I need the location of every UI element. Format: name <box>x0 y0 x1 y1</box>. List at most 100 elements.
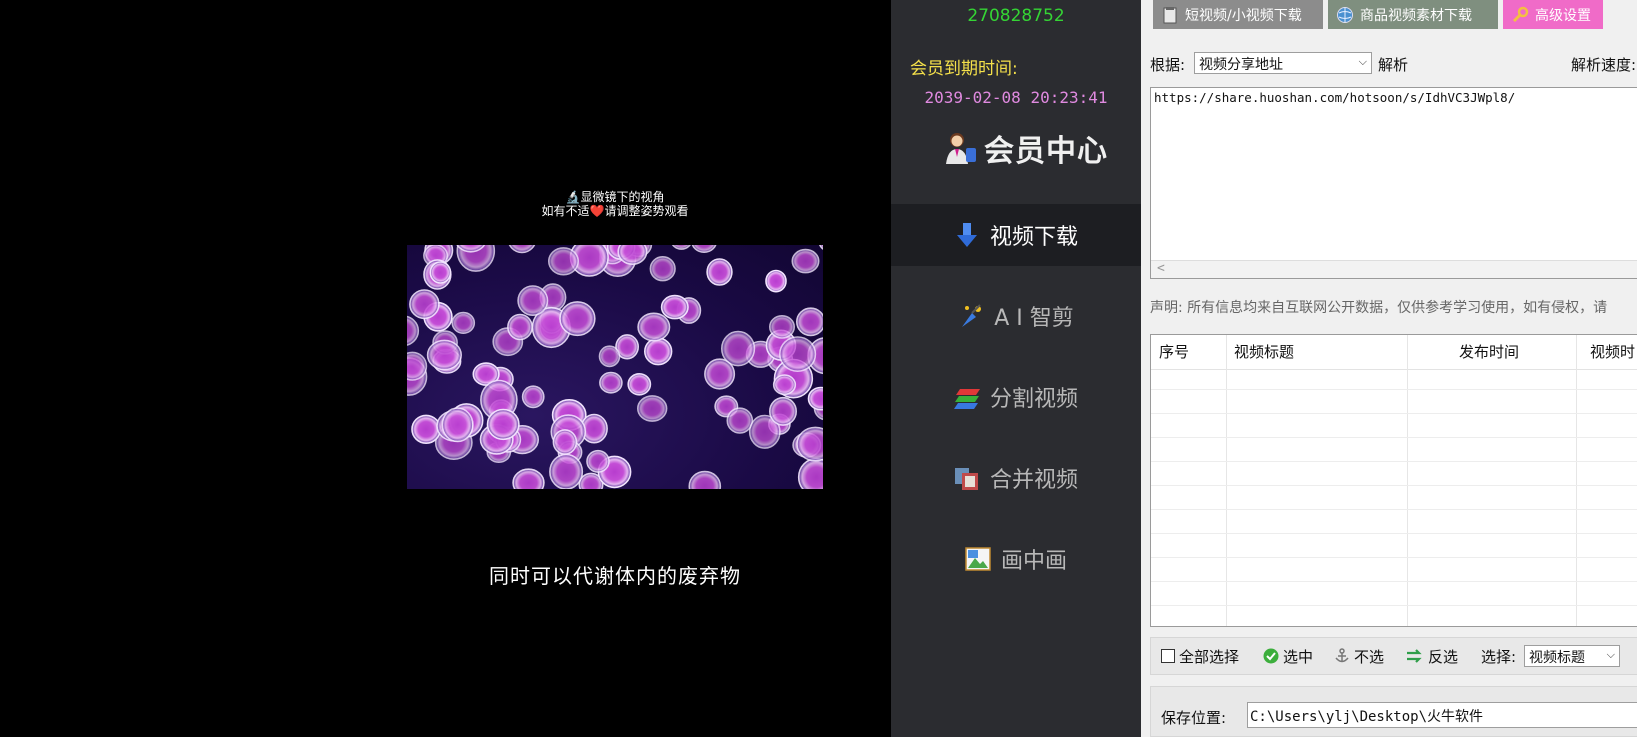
blood-cell <box>721 330 756 367</box>
blood-cell <box>521 385 545 409</box>
save-path-value: C:\Users\ylj\Desktop\火牛软件 <box>1250 709 1484 725</box>
blood-cell <box>411 414 442 445</box>
chevron-down-icon: ⌵ <box>1606 648 1615 661</box>
save-path-input[interactable]: C:\Users\ylj\Desktop\火牛软件 <box>1247 702 1637 728</box>
choose-field-select[interactable]: 视频标题 ⌵ <box>1524 645 1620 667</box>
nav-item-label: 合并视频 <box>989 468 1078 493</box>
checkbox-icon[interactable] <box>1161 649 1175 663</box>
member-id: 270828752 <box>967 6 1065 26</box>
blood-cell <box>637 395 668 422</box>
blood-cell <box>512 468 545 489</box>
blood-cell <box>779 336 817 373</box>
blood-cell <box>486 408 520 441</box>
blood-cell <box>671 245 691 250</box>
blood-cell <box>441 407 474 443</box>
tab-label: 高级设置 <box>1535 7 1591 24</box>
nav-item-label: 视频下载 <box>989 225 1078 250</box>
row-divider <box>1151 509 1637 510</box>
tab-short-video-download[interactable]: 短视频/小视频下载 <box>1153 0 1323 29</box>
wrench-icon <box>1512 6 1529 22</box>
picture-in-picture-icon <box>965 547 991 571</box>
video-preview: 🔬显微镜下的视角 如有不适❤️请调整姿势观看 同时可以代谢体内的废弃物 <box>0 0 890 737</box>
parse-speed-label: 解析速度: <box>1571 56 1637 74</box>
results-table[interactable]: 序号 视频标题 发布时间 视频时 <box>1150 334 1637 627</box>
blood-cell <box>688 470 722 489</box>
parse-button[interactable]: 解析 <box>1378 54 1408 75</box>
deselect-button[interactable]: 不选 <box>1334 644 1384 668</box>
blood-cell <box>644 337 673 366</box>
blood-cell <box>507 313 533 341</box>
disclaimer-text: 声明: 所有信息均来自互联网公开数据，仅供参考学习使用，如有侵权，请 <box>1150 300 1608 316</box>
nav-item-merge-video[interactable]: 合并视频 <box>891 447 1141 509</box>
blood-cell <box>660 294 689 320</box>
blood-cell <box>598 345 621 368</box>
horizontal-scrollbar[interactable]: < <box>1151 260 1637 278</box>
basis-label: 根据: <box>1150 56 1186 74</box>
expire-label: 会员到期时间: <box>910 59 1018 79</box>
split-video-icon <box>953 389 980 409</box>
blood-cell <box>586 449 610 473</box>
nav-item-ai-edit[interactable]: A I 智剪 <box>891 285 1141 347</box>
nav-item-video-download[interactable]: 视频下载 <box>891 204 1141 266</box>
tab-product-video-download[interactable]: 商品视频素材下载 <box>1328 0 1498 29</box>
blood-cell <box>407 315 420 346</box>
tab-advanced-settings[interactable]: 高级设置 <box>1503 0 1603 29</box>
anchor-icon <box>1335 648 1349 663</box>
blood-cell <box>791 248 820 274</box>
member-center-button[interactable]: 会员中心 <box>944 126 1108 170</box>
check-circle-icon <box>1263 648 1279 664</box>
blood-cell <box>549 453 584 489</box>
member-center-label: 会员中心 <box>984 134 1108 169</box>
row-divider <box>1151 533 1637 534</box>
blood-cell <box>772 374 797 396</box>
blood-cell <box>617 245 648 265</box>
blood-cell <box>548 247 580 276</box>
blood-cell <box>726 407 754 434</box>
blood-cell <box>599 371 623 394</box>
sidebar: 270828752 会员到期时间: 2039-02-08 20:23:41 会员… <box>891 0 1141 737</box>
save-location-bar: 保存位置: C:\Users\ylj\Desktop\火牛软件 <box>1150 686 1637 737</box>
select-all-checkbox[interactable]: 全部选择 <box>1161 644 1239 668</box>
column-divider <box>1576 335 1577 626</box>
url-text: https://share.huoshan.com/hotsoon/s/IdhV… <box>1154 90 1516 105</box>
url-textarea[interactable]: https://share.huoshan.com/hotsoon/s/IdhV… <box>1150 87 1637 279</box>
header-duration: 视频时 <box>1590 343 1636 361</box>
blood-cell <box>768 396 797 426</box>
blood-cell <box>819 245 823 250</box>
nav-item-picture-in-picture[interactable]: 画中画 <box>891 528 1141 590</box>
table-header: 序号 视频标题 发布时间 视频时 <box>1151 335 1637 370</box>
document-icon <box>1163 6 1177 23</box>
invert-selection-button[interactable]: 反选 <box>1406 644 1458 668</box>
scroll-left-icon[interactable]: < <box>1157 261 1165 276</box>
blood-cell <box>559 301 596 337</box>
blood-cell <box>706 258 733 286</box>
nav-item-label: A I 智剪 <box>994 306 1074 331</box>
row-divider <box>1151 605 1637 606</box>
header-index: 序号 <box>1159 343 1190 361</box>
member-avatar-icon <box>946 133 976 164</box>
header-title: 视频标题 <box>1234 343 1295 361</box>
blood-cell <box>552 429 578 455</box>
nav-item-split-video[interactable]: 分割视频 <box>891 366 1141 428</box>
blood-cell <box>451 311 476 334</box>
row-divider <box>1151 437 1637 438</box>
column-divider <box>1226 335 1227 626</box>
blood-cell <box>426 339 463 371</box>
blood-cell <box>407 351 428 381</box>
action-bar: 全部选择 选中 不选 反选 选择: 视频标题 ⌵ <box>1150 637 1637 675</box>
blood-cell <box>765 269 787 293</box>
basis-select[interactable]: 视频分享地址 ⌵ <box>1194 52 1372 74</box>
select-button-label: 选中 <box>1283 647 1314 666</box>
tab-label: 商品视频素材下载 <box>1360 7 1472 24</box>
nav-item-label: 分割视频 <box>989 387 1078 412</box>
select-button[interactable]: 选中 <box>1263 644 1313 668</box>
blood-cell <box>797 457 823 489</box>
video-frame <box>407 245 823 489</box>
blood-cell <box>429 261 452 284</box>
merge-video-icon <box>954 468 978 490</box>
invert-button-label: 反选 <box>1428 647 1459 666</box>
header-publish-time: 发布时间 <box>1459 343 1520 361</box>
blood-cell <box>768 315 795 339</box>
blood-cell <box>409 289 440 320</box>
row-divider <box>1151 413 1637 414</box>
